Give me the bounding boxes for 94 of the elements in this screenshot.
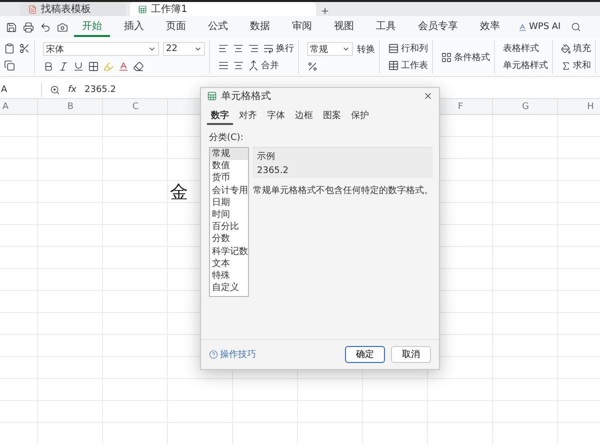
sum-button[interactable]: 求和	[561, 59, 591, 72]
dialog-tab[interactable]: 数字	[207, 108, 233, 125]
camera-icon[interactable]	[57, 22, 68, 32]
bold-icon[interactable]	[43, 60, 54, 72]
format-description: 常规单元格格式不包含任何特定的数字格式。	[253, 184, 433, 197]
cell-text: 金	[170, 181, 188, 203]
undo-icon[interactable]	[40, 22, 51, 32]
number-format-select[interactable]: 常规	[307, 42, 353, 56]
fill-icon[interactable]	[561, 44, 571, 54]
sample-label: 示例	[257, 151, 276, 163]
percent-icon[interactable]	[307, 60, 318, 72]
category-item[interactable]: 常规	[210, 148, 248, 160]
conditional-format-button[interactable]: 条件格式	[441, 50, 490, 64]
align-right-icon[interactable]	[248, 43, 259, 54]
paste-icon[interactable]	[4, 43, 15, 54]
font-name-select[interactable]: 宋体	[43, 42, 159, 56]
merge-icon[interactable]	[248, 60, 259, 71]
menu-tab[interactable]: 效率	[472, 17, 508, 37]
close-icon[interactable]	[423, 91, 433, 101]
worksheet-icon[interactable]	[388, 60, 399, 71]
help-icon[interactable]	[209, 350, 218, 359]
document-icon[interactable]	[28, 4, 37, 14]
dialog-tab[interactable]: 字体	[263, 108, 289, 125]
category-item[interactable]: 日期	[210, 196, 248, 209]
menu-tab[interactable]: 插入	[116, 17, 152, 37]
menu-tab[interactable]: 数据	[242, 17, 278, 37]
ok-button[interactable]: 确定	[345, 346, 385, 363]
font-size-select[interactable]: 22	[163, 42, 205, 56]
align-center-icon[interactable]	[233, 43, 244, 54]
formula-field[interactable]: 2365.2	[84, 84, 116, 94]
rows-columns-button[interactable]: 行和列	[388, 42, 428, 55]
table-style-button[interactable]: 表格样式	[503, 42, 548, 55]
category-item[interactable]: 特殊	[210, 270, 248, 282]
align-left-icon[interactable]	[218, 43, 229, 54]
menu-tab[interactable]: 审阅	[284, 17, 320, 37]
spreadsheet-icon[interactable]	[138, 4, 147, 14]
menu-tab[interactable]: 公式	[200, 17, 236, 37]
menu-tab[interactable]: 页面	[158, 17, 194, 37]
copy-icon[interactable]	[4, 60, 15, 71]
dialog-tab[interactable]: 对齐	[235, 108, 261, 125]
justify-icon[interactable]	[218, 60, 229, 71]
category-item[interactable]: 时间	[210, 208, 248, 222]
ai-button[interactable]: WPS AI	[514, 20, 565, 34]
menu-tab[interactable]: 工具	[368, 17, 404, 37]
cut-icon[interactable]	[19, 43, 30, 54]
column-header[interactable]: H	[558, 99, 600, 114]
function-button[interactable]: fx	[68, 84, 76, 94]
column-header[interactable]: G	[493, 99, 558, 114]
category-item[interactable]: 分数	[210, 233, 248, 246]
name-box[interactable]: A	[0, 82, 42, 96]
wrap-icon[interactable]	[263, 43, 274, 54]
spreadsheet-icon[interactable]	[207, 91, 217, 101]
dialog-tab[interactable]: 保护	[347, 108, 373, 125]
dialog-tab[interactable]: 图案	[319, 108, 345, 125]
category-item[interactable]: 会计专用	[210, 184, 248, 197]
document-tab[interactable]: 工作簿1	[130, 2, 316, 16]
category-item[interactable]: 数值	[210, 160, 248, 172]
menu-tab[interactable]: 会员专享	[410, 17, 466, 37]
worksheet-button[interactable]: 工作表	[388, 59, 428, 72]
border-icon[interactable]	[88, 60, 99, 72]
tips-link[interactable]: 操作技巧	[209, 348, 339, 361]
new-tab-icon[interactable]	[320, 6, 330, 16]
category-item[interactable]: 百分比	[210, 221, 248, 234]
merge-button[interactable]: 合并	[248, 59, 279, 72]
category-item[interactable]: 货币	[210, 172, 248, 185]
font-color-icon[interactable]	[118, 60, 129, 72]
underline-icon[interactable]	[73, 60, 84, 72]
convert-button[interactable]: 转换	[357, 42, 375, 56]
print-icon[interactable]	[23, 22, 34, 32]
cell-style-button[interactable]: 单元格样式	[503, 59, 548, 72]
menu-tab[interactable]: 视图	[326, 17, 362, 37]
dialog-tab[interactable]: 边框	[291, 108, 317, 125]
eraser-icon[interactable]	[133, 60, 144, 72]
cancel-button[interactable]: 取消	[391, 346, 431, 363]
category-item[interactable]: 自定义	[210, 282, 248, 294]
column-header[interactable]: C	[103, 99, 168, 114]
search-icon[interactable]	[570, 22, 581, 32]
center-icon[interactable]	[233, 60, 244, 71]
category-label: 分类(C):	[209, 132, 244, 144]
zoom-icon[interactable]	[50, 84, 60, 94]
italic-icon[interactable]	[58, 60, 69, 72]
dialog-title: 单元格格式	[221, 90, 272, 103]
column-header[interactable]: A	[0, 99, 38, 114]
rows-icon[interactable]	[388, 43, 399, 54]
save-icon[interactable]	[6, 22, 17, 32]
column-header[interactable]: B	[38, 99, 103, 114]
fill-button[interactable]: 填充	[561, 42, 591, 55]
document-tab[interactable]: 找稿表模板	[20, 2, 126, 16]
grid-icon[interactable]	[441, 52, 452, 62]
category-item[interactable]: 科学记数	[210, 246, 248, 258]
category-item[interactable]: 文本	[210, 258, 248, 270]
sample-value: 2365.2	[257, 166, 290, 176]
wrap-button[interactable]: 换行	[263, 42, 294, 55]
sum-icon[interactable]	[561, 60, 571, 70]
